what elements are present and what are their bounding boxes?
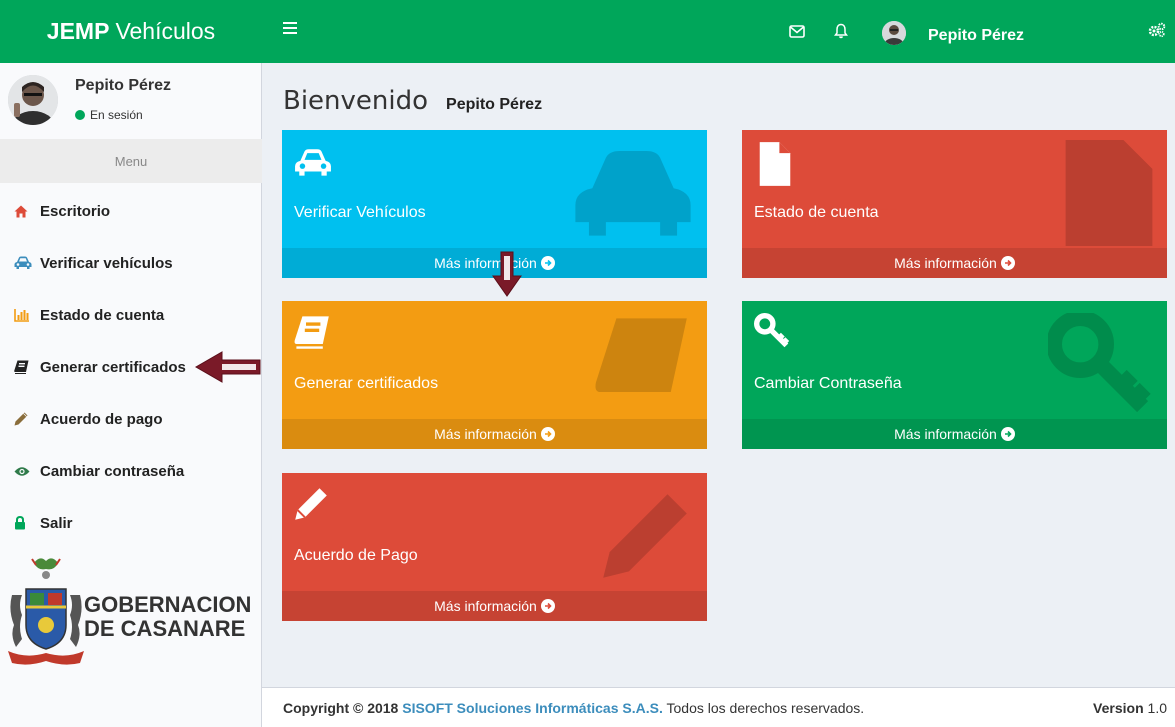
car-icon: [14, 254, 36, 272]
sidebar-item-cambiar-contrasena[interactable]: Cambiar contraseña: [0, 445, 262, 497]
more-info-text: Más información: [434, 598, 537, 614]
box-cambiar-contrasena: Cambiar Contraseña Más información: [742, 301, 1167, 449]
key-bg-icon: [1048, 313, 1151, 413]
box-label: Verificar Vehículos: [294, 204, 426, 221]
pencil-bg-icon: [603, 494, 687, 578]
box-label: Acuerdo de Pago: [294, 547, 418, 564]
sidebar-item-label: Salir: [40, 514, 73, 532]
box-acuerdo-de-pago: Acuerdo de Pago Más información: [282, 473, 707, 621]
envelope-icon[interactable]: [786, 20, 808, 42]
copyright: Copyright © 2018 SISOFT Soluciones Infor…: [283, 700, 864, 716]
file-bg-icon: [1065, 140, 1153, 246]
sidebar-item-label: Generar certificados: [40, 358, 186, 376]
sidebar-item-label: Escritorio: [40, 202, 111, 220]
page-subtitle: Pepito Pérez: [446, 96, 543, 113]
more-info-text: Más información: [894, 426, 997, 442]
pencil-icon: [295, 488, 327, 520]
bar-chart-icon: [14, 306, 36, 324]
box-estado-de-cuenta: Estado de cuenta Más información: [742, 130, 1167, 278]
bell-icon[interactable]: [830, 20, 852, 42]
arrow-circle-right-icon: [540, 427, 555, 441]
page-footer: Copyright © 2018 SISOFT Soluciones Infor…: [262, 687, 1175, 727]
left-arrow-annotation-icon: [194, 351, 261, 383]
arrow-circle-right-icon: [1000, 427, 1015, 441]
pencil-icon: [14, 410, 36, 428]
sidebar-toggle-icon[interactable]: [283, 22, 297, 34]
company-link[interactable]: SISOFT Soluciones Informáticas S.A.S.: [402, 700, 663, 716]
page-header: Bienvenido Pepito Pérez: [283, 86, 542, 116]
sidebar-item-acuerdo-de-pago[interactable]: Acuerdo de pago: [0, 393, 262, 445]
sidebar: Pepito Pérez En sesión Menu Escritorio V…: [0, 63, 262, 727]
more-info-text: Más información: [894, 255, 997, 271]
user-panel: Pepito Pérez En sesión: [0, 63, 262, 139]
box-label: Estado de cuenta: [754, 204, 879, 221]
logo-line-2: DE CASANARE: [84, 616, 246, 641]
logo-line-1: GOBERNACION: [84, 592, 252, 617]
book-icon: [294, 316, 329, 349]
menu-header: Menu: [0, 139, 262, 183]
sidebar-item-verificar-vehiculos[interactable]: Verificar vehículos: [0, 237, 262, 289]
key-icon: [754, 313, 790, 348]
home-icon: [14, 202, 36, 220]
sidebar-item-salir[interactable]: Salir: [0, 497, 262, 549]
car-bg-icon: [575, 150, 691, 236]
more-info-link[interactable]: Más información: [742, 419, 1167, 449]
app-logo[interactable]: JEMP Vehículos: [0, 0, 262, 63]
avatar: [8, 75, 58, 125]
more-info-text: Más información: [434, 426, 537, 442]
box-label: Cambiar Contraseña: [754, 375, 902, 392]
arrow-circle-right-icon: [540, 599, 555, 613]
copyright-prefix: Copyright © 2018: [283, 700, 399, 716]
sidebar-item-estado-de-cuenta[interactable]: Estado de cuenta: [0, 289, 262, 341]
eye-icon: [14, 462, 36, 480]
more-info-link[interactable]: Más información: [282, 591, 707, 621]
sidebar-item-label: Estado de cuenta: [40, 306, 165, 324]
gears-icon[interactable]: [1148, 22, 1166, 43]
status-text: En sesión: [90, 108, 143, 122]
header-user-name[interactable]: Pepito Pérez: [928, 27, 1024, 45]
box-label: Generar certificados: [294, 375, 439, 392]
page-title: Bienvenido: [283, 86, 429, 116]
down-arrow-annotation-icon: [492, 251, 522, 297]
arrow-circle-right-icon: [540, 256, 555, 270]
car-icon: [295, 149, 331, 176]
more-info-link[interactable]: Más información: [742, 248, 1167, 278]
version-info: Version 1.0: [1093, 700, 1167, 716]
gobernacion-logo-text: GOBERNACION DE CASANARE: [84, 593, 251, 641]
sidebar-item-label: Acuerdo de pago: [40, 410, 163, 428]
version-label: Version: [1093, 700, 1144, 716]
file-icon: [759, 142, 791, 186]
sidebar-user-name: Pepito Pérez: [75, 77, 172, 94]
top-navbar: JEMP Vehículos Pepito Pérez: [0, 0, 1175, 63]
logo-text: Vehículos: [115, 18, 216, 44]
arrow-circle-right-icon: [1000, 256, 1015, 270]
sidebar-item-label: Cambiar contraseña: [40, 462, 185, 480]
user-avatar-small[interactable]: [882, 21, 906, 45]
lock-icon: [14, 514, 36, 532]
rights-text: Todos los derechos reservados.: [666, 700, 865, 716]
online-dot-icon: [75, 110, 85, 120]
book-icon: [14, 358, 36, 376]
version-value: 1.0: [1147, 700, 1167, 716]
box-generar-certificados: Generar certificados Más información: [282, 301, 707, 449]
book-bg-icon: [595, 318, 687, 392]
logo-bold: JEMP: [46, 18, 110, 44]
sidebar-item-escritorio[interactable]: Escritorio: [0, 185, 262, 237]
status-badge: En sesión: [75, 108, 143, 122]
sidebar-item-label: Verificar vehículos: [40, 254, 173, 272]
more-info-link[interactable]: Más información: [282, 419, 707, 449]
